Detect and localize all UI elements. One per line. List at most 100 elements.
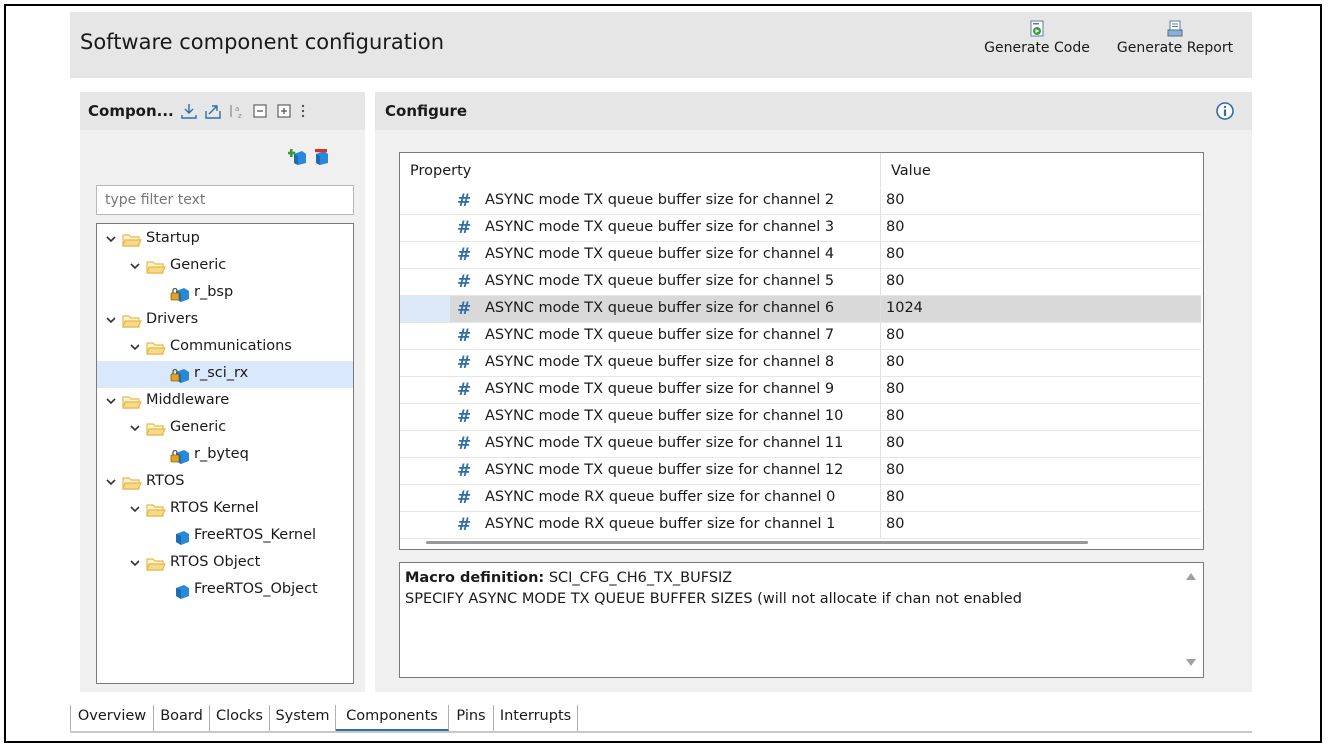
property-value[interactable]: 80 bbox=[886, 516, 904, 532]
table-row[interactable]: # ASYNC mode RX queue buffer size for cha… bbox=[400, 512, 1201, 539]
column-divider bbox=[880, 269, 881, 295]
chevron-down-icon[interactable] bbox=[105, 395, 117, 407]
tree-item[interactable]: Middleware bbox=[97, 388, 353, 415]
table-row[interactable]: # ASYNC mode TX queue buffer size for cha… bbox=[400, 296, 1201, 323]
generate-report-button[interactable]: Generate Report bbox=[1105, 12, 1245, 78]
tree-item[interactable]: RTOS bbox=[97, 469, 353, 496]
components-panel-header: Compon... a z bbox=[80, 92, 365, 130]
chevron-down-icon[interactable] bbox=[129, 341, 141, 353]
expand-all-icon[interactable] bbox=[276, 103, 294, 119]
component-filter-input[interactable] bbox=[96, 185, 354, 215]
component-icon bbox=[176, 585, 189, 599]
property-name: ASYNC mode TX queue buffer size for chan… bbox=[485, 246, 835, 262]
property-name: ASYNC mode TX queue buffer size for chan… bbox=[485, 300, 835, 316]
property-value[interactable]: 80 bbox=[886, 408, 904, 424]
table-row[interactable]: # ASYNC mode TX queue buffer size for cha… bbox=[400, 431, 1201, 458]
column-divider bbox=[880, 296, 881, 322]
tree-item[interactable]: FreeRTOS_Kernel bbox=[97, 523, 353, 550]
chevron-down-icon[interactable] bbox=[105, 233, 117, 245]
tree-item[interactable]: r_byteq bbox=[97, 442, 353, 469]
export-icon[interactable] bbox=[204, 103, 222, 119]
tree-item[interactable]: r_bsp bbox=[97, 280, 353, 307]
chevron-down-icon[interactable] bbox=[129, 557, 141, 569]
property-value[interactable]: 80 bbox=[886, 354, 904, 370]
property-name: ASYNC mode TX queue buffer size for chan… bbox=[485, 408, 844, 424]
description-box: Macro definition: SCI_CFG_CH6_TX_BUFSIZ … bbox=[399, 562, 1204, 678]
column-divider bbox=[880, 458, 881, 484]
chevron-down-icon[interactable] bbox=[105, 314, 117, 326]
scroll-down-arrow-icon[interactable] bbox=[1186, 659, 1196, 666]
scroll-up-arrow-icon[interactable] bbox=[1186, 573, 1196, 580]
column-divider bbox=[880, 215, 881, 241]
tree-item[interactable]: Generic bbox=[97, 253, 353, 280]
numeric-property-icon: # bbox=[457, 488, 472, 508]
generate-code-button[interactable]: Generate Code bbox=[978, 12, 1096, 78]
tree-item[interactable]: Startup bbox=[97, 226, 353, 253]
sort-alpha-icon[interactable]: a z bbox=[228, 103, 246, 119]
property-value[interactable]: 80 bbox=[886, 327, 904, 343]
tab-overview[interactable]: Overview bbox=[70, 705, 154, 731]
column-divider bbox=[880, 377, 881, 403]
tab-board[interactable]: Board bbox=[154, 705, 210, 731]
view-menu-icon[interactable] bbox=[300, 103, 306, 119]
table-row[interactable]: # ASYNC mode TX queue buffer size for cha… bbox=[400, 377, 1201, 404]
table-row[interactable]: # ASYNC mode TX queue buffer size for cha… bbox=[400, 350, 1201, 377]
table-row[interactable]: # ASYNC mode TX queue buffer size for cha… bbox=[400, 215, 1201, 242]
tree-item[interactable]: r_sci_rx bbox=[97, 361, 353, 388]
column-divider bbox=[880, 512, 881, 538]
row-gutter bbox=[400, 323, 450, 349]
tab-clocks[interactable]: Clocks bbox=[210, 705, 270, 731]
tree-item-label: Drivers bbox=[146, 311, 199, 327]
add-component-icon[interactable] bbox=[288, 148, 308, 166]
tree-item[interactable]: Drivers bbox=[97, 307, 353, 334]
table-row[interactable]: # ASYNC mode TX queue buffer size for cha… bbox=[400, 458, 1201, 485]
component-icon bbox=[176, 531, 189, 545]
tab-pins[interactable]: Pins bbox=[449, 705, 494, 731]
column-divider bbox=[880, 188, 881, 214]
tree-item-label: RTOS Kernel bbox=[170, 500, 259, 516]
configure-panel-title: Configure bbox=[385, 102, 468, 120]
property-name: ASYNC mode TX queue buffer size for chan… bbox=[485, 327, 835, 343]
property-value[interactable]: 80 bbox=[886, 462, 904, 478]
property-value[interactable]: 80 bbox=[886, 489, 904, 505]
remove-component-icon[interactable] bbox=[312, 148, 332, 166]
table-row[interactable]: # ASYNC mode TX queue buffer size for cha… bbox=[400, 188, 1201, 215]
column-header-property[interactable]: Property bbox=[410, 163, 471, 179]
collapse-all-icon[interactable] bbox=[252, 103, 270, 119]
row-gutter bbox=[400, 242, 450, 268]
tree-item[interactable]: RTOS Object bbox=[97, 550, 353, 577]
table-row[interactable]: # ASYNC mode TX queue buffer size for cha… bbox=[400, 242, 1201, 269]
property-value[interactable]: 80 bbox=[886, 192, 904, 208]
column-header-value[interactable]: Value bbox=[891, 163, 931, 179]
row-gutter bbox=[400, 485, 450, 511]
property-value[interactable]: 80 bbox=[886, 435, 904, 451]
tab-interrupts[interactable]: Interrupts bbox=[494, 705, 578, 731]
tree-item-label: RTOS Object bbox=[170, 554, 261, 570]
chevron-down-icon[interactable] bbox=[105, 476, 117, 488]
chevron-down-icon[interactable] bbox=[129, 503, 141, 515]
tree-item[interactable]: Communications bbox=[97, 334, 353, 361]
horizontal-scrollbar-thumb[interactable] bbox=[426, 541, 1088, 544]
property-value[interactable]: 80 bbox=[886, 273, 904, 289]
tree-item[interactable]: FreeRTOS_Object bbox=[97, 577, 353, 604]
property-value[interactable]: 80 bbox=[886, 219, 904, 235]
tab-system[interactable]: System bbox=[270, 705, 336, 731]
info-icon[interactable] bbox=[1215, 101, 1235, 121]
chevron-down-icon[interactable] bbox=[129, 260, 141, 272]
import-icon[interactable] bbox=[180, 103, 198, 119]
table-row[interactable]: # ASYNC mode TX queue buffer size for cha… bbox=[400, 269, 1201, 296]
tree-item[interactable]: RTOS Kernel bbox=[97, 496, 353, 523]
property-value[interactable]: 80 bbox=[886, 381, 904, 397]
column-divider bbox=[880, 242, 881, 268]
table-row[interactable]: # ASYNC mode TX queue buffer size for cha… bbox=[400, 323, 1201, 350]
column-divider bbox=[880, 485, 881, 511]
property-value[interactable]: 1024 bbox=[886, 300, 923, 316]
tab-components[interactable]: Components bbox=[336, 705, 449, 731]
tree-item-label: FreeRTOS_Kernel bbox=[194, 527, 317, 543]
property-value[interactable]: 80 bbox=[886, 246, 904, 262]
table-row[interactable]: # ASYNC mode RX queue buffer size for cha… bbox=[400, 485, 1201, 512]
tree-item-label: Generic bbox=[170, 257, 227, 273]
chevron-down-icon[interactable] bbox=[129, 422, 141, 434]
table-row[interactable]: # ASYNC mode TX queue buffer size for cha… bbox=[400, 404, 1201, 431]
tree-item[interactable]: Generic bbox=[97, 415, 353, 442]
